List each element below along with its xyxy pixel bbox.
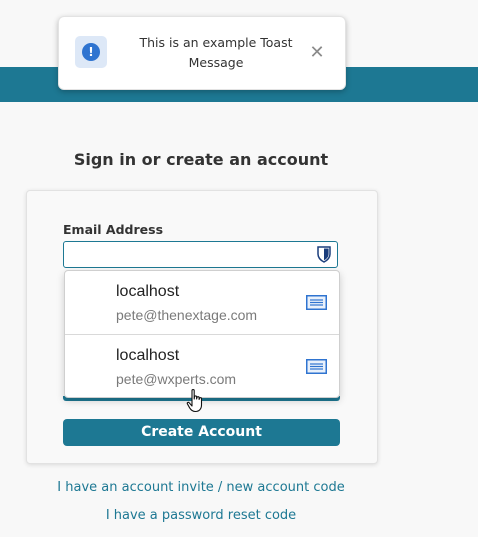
password-manager-shield-icon[interactable] (317, 246, 331, 263)
hand-pointer-cursor-icon (186, 388, 203, 413)
autofill-host: localhost (116, 283, 180, 300)
email-field[interactable] (63, 241, 338, 268)
autofill-item[interactable]: localhost pete@thenextage.com (65, 271, 339, 335)
toast-notification: ! This is an example Toast Message ✕ (58, 16, 346, 90)
close-icon[interactable]: ✕ (307, 43, 327, 63)
autofill-username: pete@wxperts.com (116, 371, 237, 387)
page-title: Sign in or create an account (73, 150, 329, 169)
info-exclamation-icon: ! (82, 43, 100, 61)
credential-card-icon (306, 295, 327, 310)
credential-card-icon (306, 359, 327, 374)
autofill-dropdown: localhost pete@thenextage.com localhost … (64, 270, 340, 398)
account-invite-link[interactable]: I have an account invite / new account c… (0, 480, 402, 495)
toast-icon-wrapper: ! (75, 36, 107, 68)
toast-message: This is an example Toast Message (139, 35, 293, 70)
email-label: Email Address (63, 222, 164, 237)
create-account-button[interactable]: Create Account (63, 419, 340, 446)
password-reset-link[interactable]: I have a password reset code (0, 508, 402, 523)
autofill-host: localhost (116, 347, 180, 364)
autofill-username: pete@thenextage.com (116, 307, 258, 323)
